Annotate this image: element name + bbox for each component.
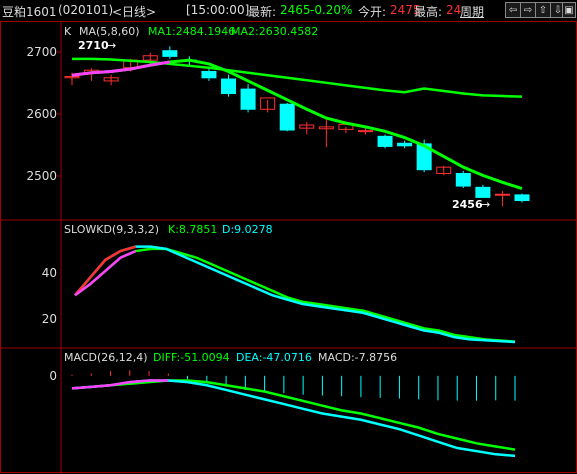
price-plot xyxy=(64,46,530,207)
kd-tick-20: 20 xyxy=(42,312,57,326)
dea-line xyxy=(71,379,516,451)
period-button[interactable]: 周期 xyxy=(460,3,484,20)
candle-body[interactable] xyxy=(221,78,237,95)
candle-body[interactable] xyxy=(357,130,373,133)
price-tick-2700: 2700 xyxy=(26,45,57,59)
high-value: 24 xyxy=(446,3,462,17)
candle-body[interactable] xyxy=(162,50,178,57)
candle-body[interactable] xyxy=(475,186,491,198)
high-marker-arrow: → xyxy=(107,39,116,52)
high-label: 最高: xyxy=(414,5,443,19)
candle-body[interactable] xyxy=(397,142,413,147)
diff-highlight-line xyxy=(71,379,169,390)
title-bar: 豆粕1601 (020101) <日线> [15:00:00] 最新: 2465… xyxy=(0,0,577,20)
change-value: -0.20% xyxy=(310,3,353,17)
candle-body[interactable] xyxy=(279,103,295,131)
legend-ma1: MA1:2484.1946 xyxy=(148,25,235,38)
candle-body[interactable] xyxy=(514,194,530,202)
kd-plot xyxy=(74,245,516,344)
candle-body[interactable] xyxy=(494,193,510,196)
low-price-marker: 2456 xyxy=(452,198,483,211)
symbol-name: 豆粕1601 xyxy=(2,5,57,19)
diff-line xyxy=(71,379,516,458)
high-price-marker: 2710 xyxy=(78,39,109,52)
candle-body[interactable] xyxy=(377,135,393,147)
legend-macd: MACD(26,12,4) xyxy=(64,351,148,364)
macd-plot xyxy=(71,370,516,458)
nav-up-icon[interactable]: ⇧ xyxy=(535,2,551,18)
candle-body[interactable] xyxy=(240,88,256,110)
candle-body[interactable] xyxy=(455,172,471,187)
window-toggle-icon[interactable]: ▣ xyxy=(562,2,576,18)
price-tick-2600: 2600 xyxy=(26,107,57,121)
chart-area[interactable]: 2700 2600 2500 40 20 0 K MA(5,8,60) MA1:… xyxy=(0,20,577,474)
legend-macd-value: MACD:-7.8756 xyxy=(318,351,397,364)
legend-d-value: D:9.0278 xyxy=(222,223,273,236)
legend-ma: MA(5,8,60) xyxy=(79,25,140,38)
d-line xyxy=(74,247,516,343)
ma2-line xyxy=(72,57,523,98)
latest-value: 2465 xyxy=(280,3,311,17)
latest-label: 最新: xyxy=(248,5,277,19)
kd-tick-40: 40 xyxy=(42,266,57,280)
legend-k: K xyxy=(64,25,72,38)
price-tick-2500: 2500 xyxy=(26,169,57,183)
legend-dea-value: DEA:-47.0716 xyxy=(236,351,312,364)
legend-slowkd: SLOWKD(9,3,3,2) xyxy=(64,223,159,236)
ma1-highlight-line xyxy=(71,60,171,77)
low-marker-arrow: → xyxy=(481,198,490,211)
k-line xyxy=(74,245,516,344)
legend-ma2: MA2:2630.4582 xyxy=(231,25,318,38)
legend-k-value: K:8.7851 xyxy=(168,223,217,236)
time-label: [15:00:00] xyxy=(186,3,250,17)
legend-diff-value: DIFF:-51.0094 xyxy=(153,351,230,364)
symbol-code: (020101) xyxy=(58,3,114,17)
period-label: <日线> xyxy=(112,5,157,19)
candle-body[interactable] xyxy=(201,70,217,79)
nav-right-icon[interactable]: ⇨ xyxy=(520,2,536,18)
d-rise-line xyxy=(74,249,137,297)
open-label: 今开: xyxy=(358,5,387,19)
macd-tick-0: 0 xyxy=(49,369,57,383)
nav-left-icon[interactable]: ⇦ xyxy=(505,2,521,18)
